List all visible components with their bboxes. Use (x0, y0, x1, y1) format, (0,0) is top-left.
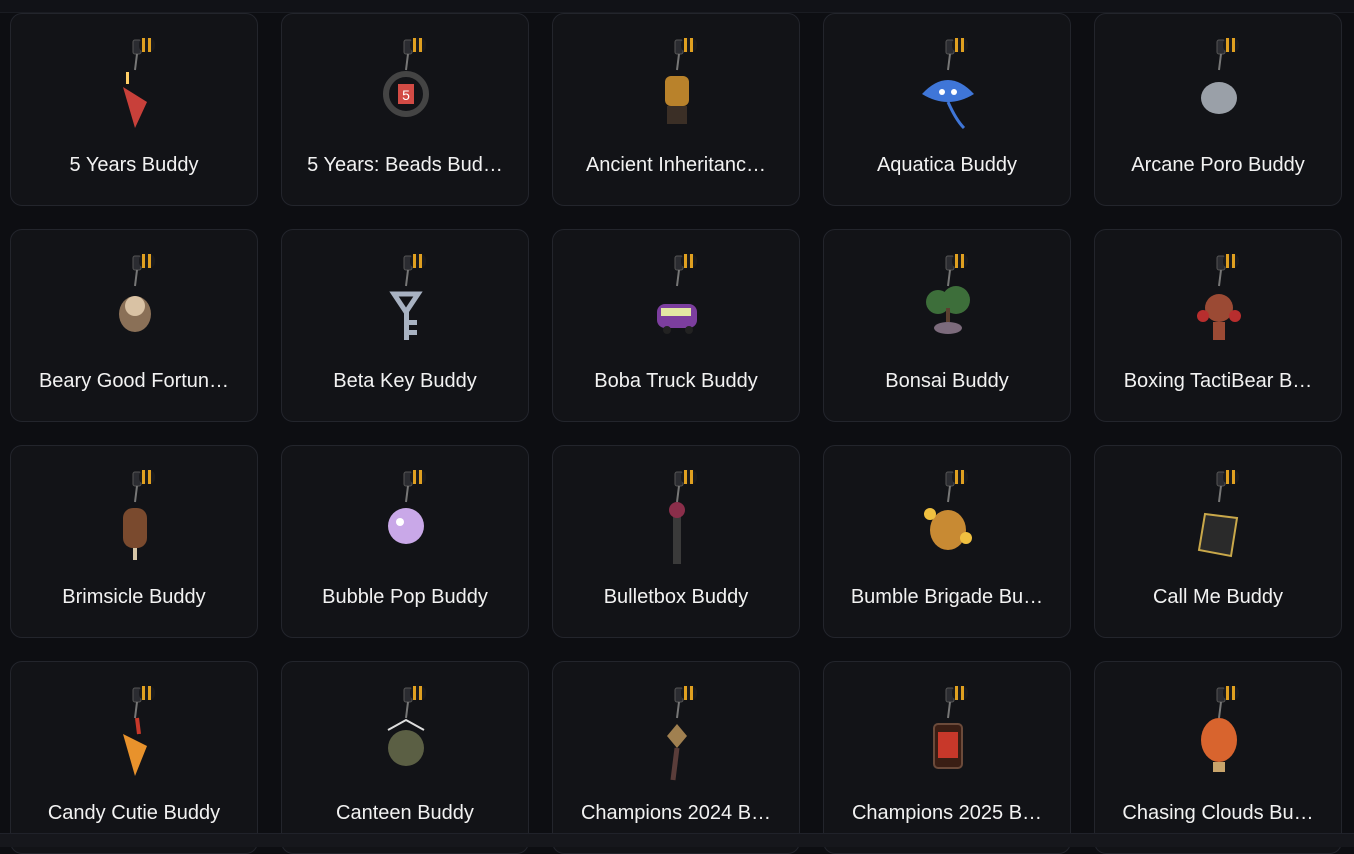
bus-charm-icon (637, 248, 717, 358)
buddy-card[interactable]: Arcane Poro Buddy (1094, 13, 1342, 206)
hot-air-balloon-charm-icon (1179, 680, 1259, 790)
buddy-name: Arcane Poro Buddy (1131, 154, 1305, 176)
raccoon-charm-icon (95, 248, 175, 358)
buddy-name: Champions 2025 B… (851, 802, 1043, 824)
buddy-name: Bonsai Buddy (885, 370, 1009, 392)
buddy-name: Bumble Brigade Bu… (850, 586, 1044, 608)
buddy-card[interactable]: 5 Years Buddy (10, 13, 258, 206)
canteen-charm-icon (366, 680, 446, 790)
buddy-card[interactable]: Beary Good Fortun… (10, 229, 258, 422)
buddy-card[interactable]: 5 5 Years: Beads Bud… (281, 13, 529, 206)
manta-ray-charm-icon (908, 32, 988, 142)
buddy-name: Chasing Clouds Bu… (1122, 802, 1314, 824)
buddy-card[interactable]: Canteen Buddy (281, 661, 529, 854)
buddy-name: Brimsicle Buddy (62, 586, 206, 608)
buddy-card[interactable]: Champions 2025 B… (823, 661, 1071, 854)
card-charm-icon (1179, 464, 1259, 574)
buddy-name: 5 Years: Beads Bud… (307, 154, 503, 176)
beehive-charm-icon (908, 464, 988, 574)
buddy-card[interactable]: Boxing TactiBear B… (1094, 229, 1342, 422)
champions-tag-charm-icon (908, 680, 988, 790)
svg-text:5: 5 (402, 87, 410, 103)
bonsai-tree-charm-icon (908, 248, 988, 358)
buddy-card[interactable]: Bumble Brigade Bu… (823, 445, 1071, 638)
buddy-card[interactable]: Bonsai Buddy (823, 229, 1071, 422)
buddy-name: Champions 2024 B… (580, 802, 772, 824)
key-charm-icon (366, 248, 446, 358)
samurai-mask-charm-icon (637, 32, 717, 142)
buddy-card[interactable]: Aquatica Buddy (823, 13, 1071, 206)
buddy-card[interactable]: Bubble Pop Buddy (281, 445, 529, 638)
buddy-name: Candy Cutie Buddy (47, 802, 221, 824)
buddy-name: Canteen Buddy (336, 802, 474, 824)
buddy-card[interactable]: Chasing Clouds Bu… (1094, 661, 1342, 854)
buddy-card[interactable]: Beta Key Buddy (281, 229, 529, 422)
feather-charm-icon (637, 680, 717, 790)
buddy-card[interactable]: Ancient Inheritanc… (552, 13, 800, 206)
buddy-grid: 5 Years Buddy 5 5 Years: Beads Bud… Ancie… (10, 13, 1342, 854)
buddy-name: Beary Good Fortun… (38, 370, 230, 392)
buddy-card[interactable]: Bulletbox Buddy (552, 445, 800, 638)
buddy-name: 5 Years Buddy (69, 154, 199, 176)
buddy-card[interactable]: Call Me Buddy (1094, 445, 1342, 638)
bottom-bar (0, 833, 1354, 847)
buddy-card[interactable]: Brimsicle Buddy (10, 445, 258, 638)
candy-corn-charm-icon (95, 680, 175, 790)
buddy-name: Boba Truck Buddy (594, 370, 758, 392)
boxing-bear-charm-icon (1179, 248, 1259, 358)
buddy-name: Ancient Inheritanc… (585, 154, 767, 176)
buddy-name: Bubble Pop Buddy (322, 586, 488, 608)
buddy-name: Bulletbox Buddy (603, 586, 749, 608)
chainsaw-charm-icon (637, 464, 717, 574)
buddy-name: Call Me Buddy (1152, 586, 1284, 608)
buddy-card[interactable]: Candy Cutie Buddy (10, 661, 258, 854)
buddy-card[interactable]: Boba Truck Buddy (552, 229, 800, 422)
bubble-creature-charm-icon (366, 464, 446, 574)
buddy-name: Aquatica Buddy (876, 154, 1018, 176)
poro-charm-icon (1179, 32, 1259, 142)
popsicle-charm-icon (95, 464, 175, 574)
buddy-name: Boxing TactiBear B… (1123, 370, 1313, 392)
buddy-name: Beta Key Buddy (333, 370, 477, 392)
top-bar (0, 0, 1354, 13)
cake-slice-charm-icon (95, 32, 175, 142)
beads-ring-charm-icon: 5 (366, 32, 446, 142)
buddy-card[interactable]: Champions 2024 B… (552, 661, 800, 854)
